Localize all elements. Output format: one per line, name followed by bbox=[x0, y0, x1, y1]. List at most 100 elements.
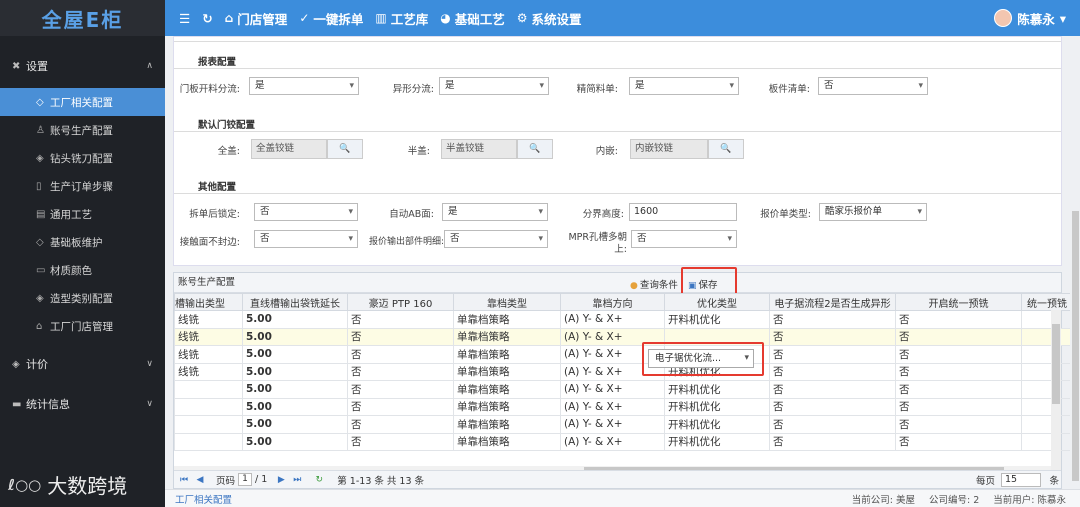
table-cell[interactable]: 单靠档策略 bbox=[453, 432, 561, 451]
column-header[interactable]: 统一预铣 bbox=[1021, 293, 1073, 311]
lock-after-split-select[interactable]: 否 bbox=[254, 203, 358, 221]
column-header[interactable]: 槽输出类型 bbox=[174, 293, 243, 311]
table-cell[interactable]: 否 bbox=[769, 415, 896, 434]
table-cell[interactable]: 否 bbox=[769, 362, 896, 381]
table-cell[interactable]: 5.00 bbox=[242, 397, 348, 416]
page-size-select[interactable]: 15 bbox=[1001, 473, 1041, 487]
table-row[interactable]: 线铣 5.00 否单靠档策略 (A) Y- & X+ 否否 bbox=[174, 327, 1073, 346]
table-cell[interactable]: 开料机优化 bbox=[664, 380, 770, 399]
table-cell[interactable] bbox=[174, 397, 243, 416]
table-cell[interactable]: 单靠档策略 bbox=[453, 327, 561, 346]
table-cell[interactable]: 单靠档策略 bbox=[453, 362, 561, 381]
column-header[interactable]: 豪迈 PTP 160 bbox=[347, 293, 454, 311]
table-row[interactable]: 5.00 否单靠档策略 (A) Y- & X+ 开料机优化否否 bbox=[174, 415, 1073, 434]
table-cell[interactable]: 单靠档策略 bbox=[453, 345, 561, 364]
sidebar-item-common-process[interactable]: ▤ 通用工艺 bbox=[0, 200, 165, 228]
table-cell[interactable]: 否 bbox=[769, 327, 896, 346]
sidebar-item-factory-config[interactable]: ◇ 工厂相关配置 bbox=[0, 88, 165, 116]
split-height-input[interactable]: 1600 bbox=[629, 203, 737, 221]
table-row[interactable]: 线铣5.00否单靠档策略(A) Y- & X+开料机优化否否 bbox=[174, 310, 1073, 329]
quote-type-select[interactable]: 酷家乐报价单 bbox=[819, 203, 927, 221]
table-cell[interactable] bbox=[1021, 415, 1073, 434]
door-panel-split-select[interactable]: 是 bbox=[249, 77, 359, 95]
table-cell[interactable] bbox=[1021, 362, 1073, 381]
menu-group-statistics[interactable]: ▬ 统计信息 ∨ bbox=[0, 390, 165, 418]
table-cell[interactable] bbox=[1021, 345, 1073, 364]
table-cell[interactable]: 否 bbox=[347, 327, 454, 346]
table-cell[interactable]: 否 bbox=[769, 380, 896, 399]
table-cell[interactable] bbox=[1021, 327, 1073, 346]
menu-toggle-icon[interactable]: ☰ bbox=[179, 11, 190, 26]
column-header[interactable]: 开启统一预铣 bbox=[895, 293, 1022, 311]
scroll-thumb[interactable] bbox=[1072, 211, 1079, 481]
nav-store-management[interactable]: ⌂ 门店管理 bbox=[225, 9, 288, 28]
sidebar-item-store-management[interactable]: ⌂ 工厂门店管理 bbox=[0, 312, 165, 340]
table-cell[interactable]: 否 bbox=[347, 380, 454, 399]
quote-detail-select[interactable]: 否 bbox=[444, 230, 548, 248]
table-cell[interactable]: 单靠档策略 bbox=[453, 415, 561, 434]
page-input[interactable]: 1 bbox=[238, 473, 253, 486]
table-cell[interactable]: 否 bbox=[347, 362, 454, 381]
sidebar-item-order-steps[interactable]: ▯ 生产订单步骤 bbox=[0, 172, 165, 200]
refresh-icon[interactable]: ↻ bbox=[202, 11, 212, 26]
sidebar-item-drill-config[interactable]: ◈ 钻头铣刀配置 bbox=[0, 144, 165, 172]
sidebar-item-shape-category[interactable]: ◈ 造型类别配置 bbox=[0, 284, 165, 312]
contact-no-edge-select[interactable]: 否 bbox=[254, 230, 358, 248]
mpr-hole-up-select[interactable]: 否 bbox=[631, 230, 737, 248]
column-header[interactable]: 优化类型 bbox=[664, 293, 770, 311]
table-cell[interactable]: 否 bbox=[769, 310, 896, 329]
table-cell[interactable] bbox=[174, 415, 243, 434]
first-page-icon[interactable]: ⏮ bbox=[178, 474, 190, 486]
table-cell[interactable] bbox=[174, 432, 243, 451]
table-cell[interactable]: 否 bbox=[895, 432, 1022, 451]
current-page-link[interactable]: 工厂相关配置 bbox=[175, 492, 232, 506]
auto-ab-face-select[interactable]: 是 bbox=[442, 203, 548, 221]
table-cell[interactable]: 5.00 bbox=[242, 310, 348, 329]
table-cell[interactable]: 否 bbox=[347, 345, 454, 364]
last-page-icon[interactable]: ⏭ bbox=[291, 474, 303, 486]
search-icon[interactable]: 🔍 bbox=[517, 139, 553, 159]
table-cell[interactable]: (A) Y- & X+ bbox=[560, 397, 665, 416]
table-cell[interactable]: 否 bbox=[769, 345, 896, 364]
search-icon[interactable]: 🔍 bbox=[708, 139, 744, 159]
table-row[interactable]: 线铣5.00否单靠档策略(A) Y- & X+开料机优化否否 bbox=[174, 362, 1073, 381]
table-row[interactable]: 5.00 否单靠档策略 (A) Y- & X+ 开料机优化否否 bbox=[174, 432, 1073, 451]
table-cell[interactable]: (A) Y- & X+ bbox=[560, 310, 665, 329]
sidebar-item-account-production[interactable]: ♙ 账号生产配置 bbox=[0, 116, 165, 144]
nav-one-click-split[interactable]: ✓ 一键拆单 bbox=[299, 9, 363, 28]
table-cell[interactable]: (A) Y- & X+ bbox=[560, 415, 665, 434]
sidebar-item-material-color[interactable]: ▭ 材质颜色 bbox=[0, 256, 165, 284]
irregular-split-select[interactable]: 是 bbox=[439, 77, 549, 95]
scroll-thumb[interactable] bbox=[1052, 324, 1060, 404]
table-cell[interactable]: (A) Y- & X+ bbox=[560, 432, 665, 451]
table-cell[interactable]: 否 bbox=[895, 362, 1022, 381]
table-cell[interactable]: 否 bbox=[347, 310, 454, 329]
simplified-list-select[interactable]: 是 bbox=[629, 77, 739, 95]
table-cell[interactable]: 否 bbox=[347, 397, 454, 416]
table-cell[interactable]: 5.00 bbox=[242, 362, 348, 381]
nav-process-library[interactable]: ▥ 工艺库 bbox=[375, 9, 428, 28]
table-cell[interactable]: 否 bbox=[347, 415, 454, 434]
table-cell[interactable]: 否 bbox=[769, 397, 896, 416]
table-cell[interactable]: 线铣 bbox=[174, 362, 243, 381]
table-cell[interactable]: 否 bbox=[895, 327, 1022, 346]
table-cell[interactable]: 单靠档策略 bbox=[453, 397, 561, 416]
table-cell[interactable]: 线铣 bbox=[174, 310, 243, 329]
table-cell[interactable]: 否 bbox=[895, 310, 1022, 329]
user-menu[interactable]: 陈慕永 ▾ bbox=[994, 0, 1066, 36]
table-row[interactable]: 线铣5.00否单靠档策略(A) Y- & X+开料机优化否否 bbox=[174, 345, 1073, 364]
column-header[interactable]: 电子据流程2是否生成异形 bbox=[769, 293, 896, 311]
page-vertical-scrollbar[interactable] bbox=[1070, 36, 1080, 489]
table-cell[interactable]: 5.00 bbox=[242, 415, 348, 434]
table-cell[interactable]: 否 bbox=[895, 380, 1022, 399]
menu-group-pricing[interactable]: ◈ 计价 ∨ bbox=[0, 350, 165, 378]
grid-vertical-scrollbar[interactable] bbox=[1051, 310, 1061, 480]
search-icon[interactable]: 🔍 bbox=[327, 139, 363, 159]
table-cell[interactable] bbox=[1021, 432, 1073, 451]
table-cell[interactable] bbox=[174, 380, 243, 399]
table-cell[interactable]: 否 bbox=[895, 415, 1022, 434]
table-cell[interactable]: 单靠档策略 bbox=[453, 310, 561, 329]
nav-basic-process[interactable]: ◕ 基础工艺 bbox=[440, 9, 505, 28]
table-cell[interactable]: 开料机优化 bbox=[664, 397, 770, 416]
column-header[interactable]: 靠档类型 bbox=[453, 293, 561, 311]
